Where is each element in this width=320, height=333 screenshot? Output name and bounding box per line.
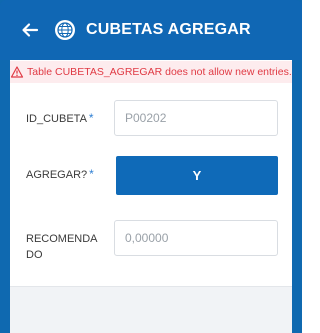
form-footer (10, 286, 292, 333)
required-marker: * (88, 111, 94, 125)
agregar-label-text: AGREGAR? (26, 169, 88, 181)
recomendado-label: RECOMENDA DO (26, 233, 97, 261)
back-button[interactable] (10, 0, 50, 60)
recomendado-value: 0,00000 (125, 231, 169, 245)
id-cubeta-label-text: ID_CUBETA (26, 113, 87, 125)
error-banner: Table CUBETAS_AGREGAR does not allow new… (10, 61, 292, 83)
id-cubeta-field[interactable]: P00202 (114, 100, 278, 136)
id-cubeta-value: P00202 (125, 111, 167, 125)
agregar-yes-button[interactable]: Y (116, 156, 278, 195)
error-message: Table CUBETAS_AGREGAR does not allow new… (27, 66, 292, 78)
agregar-label: AGREGAR? * (26, 167, 94, 181)
app-bar: CUBETAS AGREGAR (0, 0, 302, 60)
agregar-yes-label: Y (192, 168, 202, 183)
globe-logo-icon (54, 19, 76, 41)
required-marker: * (89, 167, 94, 181)
id-cubeta-label: ID_CUBETA * (26, 111, 94, 125)
warning-triangle-icon (10, 65, 24, 79)
page-title: CUBETAS AGREGAR (86, 21, 251, 38)
recomendado-field[interactable]: 0,00000 (114, 220, 278, 256)
arrow-left-icon (22, 23, 39, 37)
